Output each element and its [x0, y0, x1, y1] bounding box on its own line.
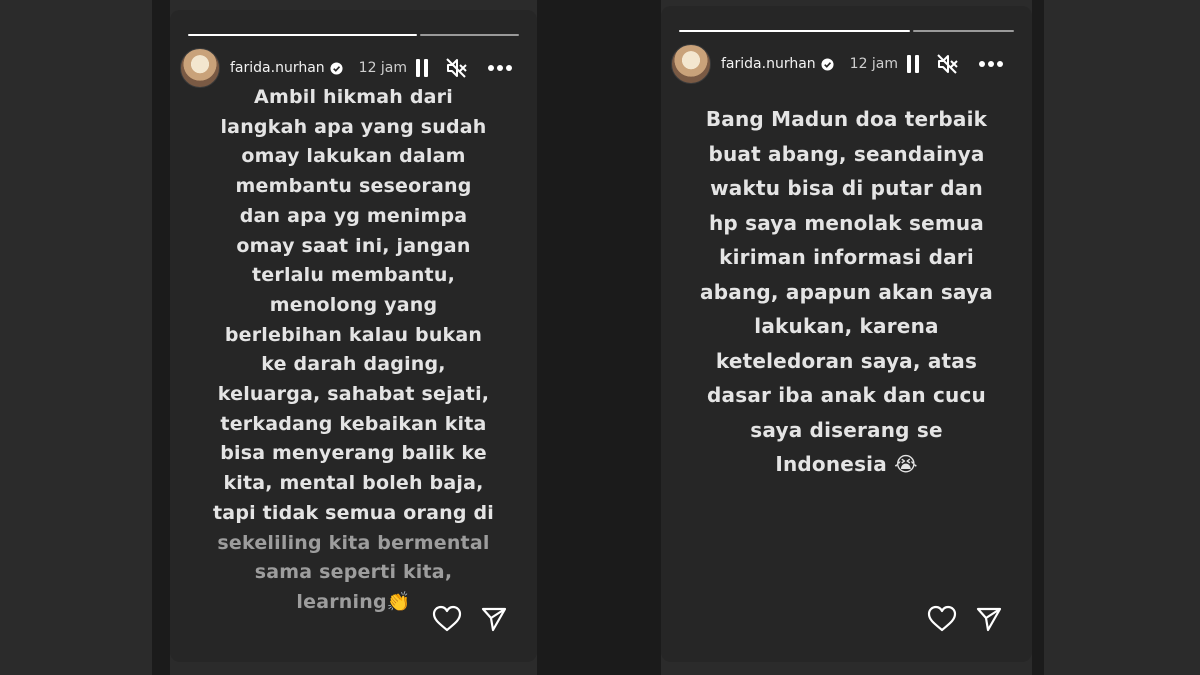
gutter [152, 0, 170, 675]
post-time: 12 jam [358, 60, 408, 76]
story-header: farida.nurhan 12 jam [671, 44, 1022, 84]
caption-line: menolong yang [269, 293, 438, 316]
caption-line: berlebihan kalau bukan [224, 323, 483, 346]
avatar[interactable] [180, 48, 220, 88]
heart-icon[interactable] [927, 605, 957, 637]
caption-line: buat abang, seandainya [708, 141, 985, 166]
send-icon[interactable] [975, 605, 1003, 637]
send-icon[interactable] [480, 605, 508, 637]
caption-line: keluarga, sahabat sejati, [217, 383, 490, 406]
caption-line: Bang Madun doa terbaik [705, 107, 988, 131]
story-progress-bar [188, 34, 519, 36]
story-card[interactable]: farida.nurhan 12 jam Bang Madun doa terb… [661, 6, 1032, 662]
pause-icon[interactable] [906, 54, 920, 74]
caption-line: keteledoran saya, atas [715, 348, 978, 373]
gutter [1032, 0, 1044, 675]
username[interactable]: farida.nurhan [230, 60, 325, 76]
caption-line: kiriman informasi dari [719, 245, 974, 269]
caption-line: omay lakukan dalam [241, 145, 466, 168]
story-progress-bar [679, 30, 1014, 32]
caption-line: tapi tidak semua orang di [213, 501, 494, 524]
caption-line: abang, apapun akan saya [700, 279, 993, 304]
caption-line: saya diserang se [750, 417, 943, 442]
post-time: 12 jam [849, 56, 899, 72]
story-card[interactable]: farida.nurhan 12 jam Ambil hikmah dari l… [170, 10, 537, 662]
pause-icon[interactable] [415, 58, 429, 78]
caption-line: langkah apa yang sudah [220, 115, 487, 138]
caption-line: terkadang kebaikan kita [220, 412, 487, 435]
caption-line: kita, mental boleh baja, [223, 472, 484, 495]
caption-line: lakukan, karena [754, 314, 939, 338]
caption-line: terlalu membantu, [252, 264, 455, 287]
caption-line: sekeliling kita bermental [217, 531, 490, 554]
more-icon[interactable] [487, 64, 513, 72]
caption-line: bisa menyerang balik ke [220, 442, 487, 465]
caption-line: sama seperti kita, [254, 561, 453, 584]
heart-icon[interactable] [432, 605, 462, 637]
mute-icon[interactable] [445, 57, 469, 79]
caption-line: waktu bisa di putar dan [710, 176, 983, 200]
more-icon[interactable] [978, 60, 1004, 68]
verified-badge-icon [330, 61, 343, 75]
story-caption: Ambil hikmah dari langkah apa yang sudah… [200, 83, 507, 618]
story-caption: Bang Madun doa terbaik buat abang, seand… [691, 102, 1002, 482]
caption-line: ke darah daging, [261, 353, 446, 376]
caption-line: hp saya menolak semua [708, 210, 985, 235]
mute-icon[interactable] [936, 53, 960, 75]
avatar[interactable] [671, 44, 711, 84]
caption-line: omay saat ini, jangan [236, 234, 471, 257]
caption-line: Indonesia 😭 [775, 452, 918, 476]
caption-line: Ambil hikmah dari [254, 86, 453, 108]
verified-badge-icon [821, 57, 834, 71]
username[interactable]: farida.nurhan [721, 56, 816, 72]
caption-line: membantu seseorang [235, 175, 472, 198]
gutter [537, 0, 661, 675]
story-header: farida.nurhan 12 jam [180, 48, 527, 88]
caption-line: dan apa yg menimpa [239, 204, 468, 227]
caption-line: dasar iba anak dan cucu [707, 383, 986, 407]
